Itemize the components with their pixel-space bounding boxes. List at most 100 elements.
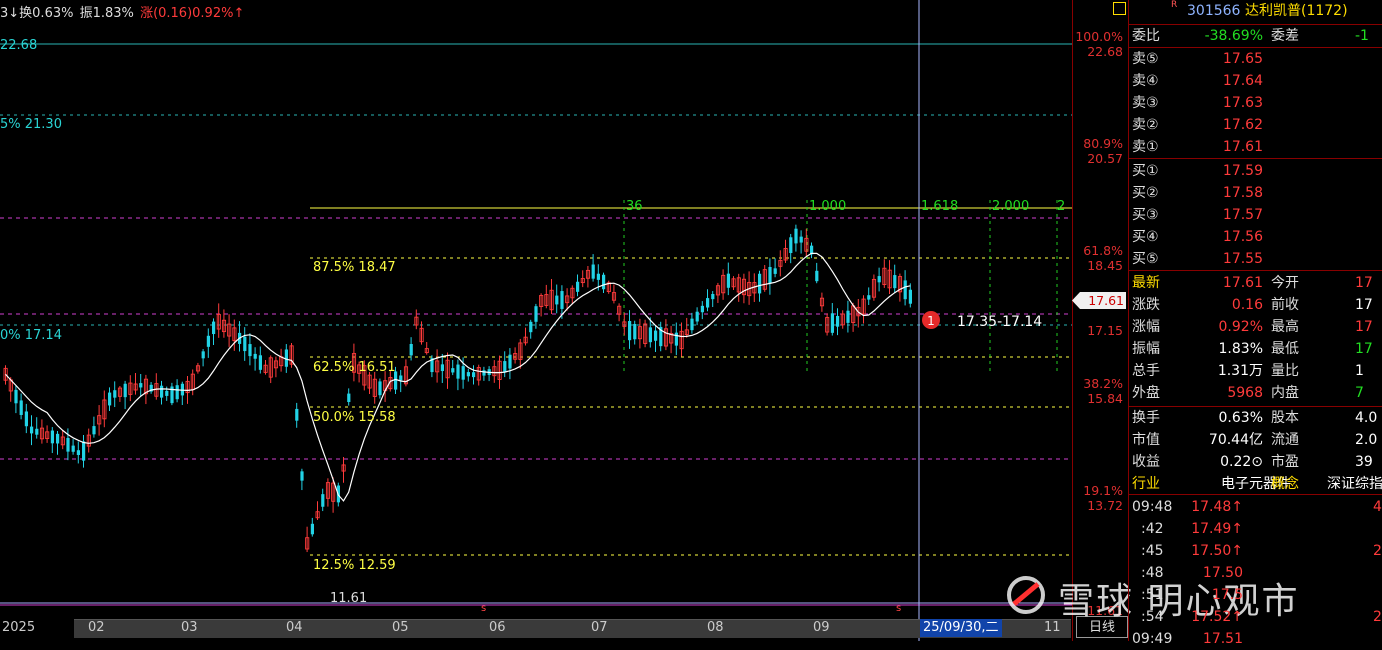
stat-label-2: 内盘 bbox=[1271, 385, 1299, 401]
candle-body bbox=[893, 275, 897, 289]
candle-body bbox=[576, 281, 580, 292]
buy-level-label: 买③ bbox=[1132, 207, 1159, 223]
candle-body bbox=[482, 370, 486, 376]
stat-value: 1.31万 bbox=[1217, 363, 1263, 379]
stat-value-2: 1 bbox=[1355, 363, 1364, 379]
candle-body bbox=[794, 228, 798, 244]
month-label-03: 03 bbox=[181, 620, 198, 635]
candle-body bbox=[706, 298, 710, 308]
sell-row: 卖④ 17.64 bbox=[1129, 70, 1382, 92]
annotation-range: 17.35-17.14 bbox=[957, 314, 1042, 330]
candle-body bbox=[160, 385, 164, 398]
axis-pct-382: 38.2% bbox=[1083, 376, 1123, 391]
fib-time-36: 36 bbox=[626, 199, 643, 214]
stat2-row: 换手 0.63% 股本 4.0 bbox=[1129, 407, 1382, 429]
stat-value-2: 17 bbox=[1355, 275, 1373, 291]
buy-row: 买③ 17.57 bbox=[1129, 204, 1382, 226]
candle-body bbox=[82, 441, 86, 461]
current-price-tag: 17.61 bbox=[1072, 292, 1126, 309]
candle-body bbox=[201, 351, 205, 359]
candle-body bbox=[654, 330, 658, 341]
fib-label-b: 0% 17.14 bbox=[0, 328, 62, 343]
expand-icon[interactable] bbox=[1113, 2, 1126, 15]
fib-label-top: 22.68 bbox=[0, 38, 37, 53]
candle-body bbox=[35, 428, 39, 435]
buy-price: 17.58 bbox=[1222, 185, 1263, 201]
candle-body bbox=[206, 335, 210, 347]
stat-value: 5968 bbox=[1227, 385, 1263, 401]
fib-label-125: 12.5% 12.59 bbox=[313, 558, 396, 573]
tick-row: :48 17.50 bbox=[1129, 562, 1382, 584]
stat-label: 总手 bbox=[1132, 363, 1160, 379]
buy-level-label: 买② bbox=[1132, 185, 1159, 201]
stat-row: 外盘 5968 内盘 7 bbox=[1129, 382, 1382, 404]
tick-time: :45 bbox=[1141, 543, 1164, 559]
buy-level-label: 买⑤ bbox=[1132, 251, 1159, 267]
sell-price: 17.62 bbox=[1222, 117, 1263, 133]
candle-body bbox=[534, 306, 538, 322]
sell-level-label: 卖③ bbox=[1132, 95, 1159, 111]
candle-body bbox=[451, 368, 455, 373]
stat2-value-2: 2.0 bbox=[1355, 432, 1378, 448]
stat2-label-2[interactable]: 概念 bbox=[1271, 473, 1299, 495]
range-annotation[interactable]: 1 17.35-17.14 bbox=[922, 311, 1042, 330]
stat-value: 0.92% bbox=[1218, 319, 1263, 335]
tick-price: 17.50↑ bbox=[1191, 543, 1243, 559]
tick-time: :48 bbox=[1141, 565, 1164, 581]
candle-body bbox=[300, 471, 304, 481]
kline-chart[interactable]: 22.68 5% 21.30 0% 17.14 87.5% 18.47 62.5… bbox=[0, 0, 1072, 641]
candle-body bbox=[50, 430, 54, 444]
candle-body bbox=[877, 276, 881, 283]
month-label-2025: 2025 bbox=[2, 620, 36, 635]
month-label-08: 08 bbox=[707, 620, 724, 635]
candle-body bbox=[711, 293, 715, 300]
candlestick-series bbox=[3, 224, 912, 553]
tick-time: :54 bbox=[1141, 609, 1164, 625]
candle-body bbox=[212, 321, 216, 335]
fib-time-2: 2 bbox=[1057, 199, 1065, 214]
tick-row: :51 17.5 bbox=[1129, 584, 1382, 606]
tick-row: :54 17.52↑ 2 bbox=[1129, 606, 1382, 628]
fib-label-625: 62.5% 16.51 bbox=[313, 360, 396, 375]
stat-label-2: 最低 bbox=[1271, 341, 1299, 357]
month-label-05: 05 bbox=[392, 620, 409, 635]
candle-body bbox=[815, 270, 819, 282]
sell-row: 卖⑤ 17.65 bbox=[1129, 48, 1382, 70]
candle-body bbox=[830, 313, 834, 333]
month-label-04: 04 bbox=[286, 620, 303, 635]
axis-pct-100: 100.0% bbox=[1075, 29, 1123, 44]
candle-body bbox=[700, 305, 704, 313]
webi-row: 委比 -38.69% 委差 -1 bbox=[1132, 28, 1369, 44]
candle-body bbox=[71, 445, 75, 452]
sell-level-label: 卖② bbox=[1132, 117, 1159, 133]
candle-body bbox=[440, 364, 444, 372]
candle-body bbox=[867, 295, 871, 300]
candle-body bbox=[175, 385, 179, 400]
candle-body bbox=[472, 372, 476, 378]
axis-price-2268: 22.68 bbox=[1087, 44, 1123, 59]
stat2-label-2: 流通 bbox=[1271, 432, 1299, 448]
buy-price: 17.56 bbox=[1222, 229, 1263, 245]
stat2-value: 0.22⊙ bbox=[1220, 454, 1263, 470]
candle-body bbox=[768, 266, 772, 284]
stat2-value: 0.63% bbox=[1218, 410, 1263, 426]
buy-level-label: 买① bbox=[1132, 163, 1159, 179]
candle-body bbox=[243, 336, 247, 352]
fib-label-500: 50.0% 15.58 bbox=[313, 410, 396, 425]
stat-label: 振幅 bbox=[1132, 341, 1160, 357]
buy-row: 买① 17.59 bbox=[1129, 160, 1382, 182]
candle-body bbox=[903, 280, 907, 300]
stat2-label-2: 市盈 bbox=[1271, 454, 1299, 470]
stat2-row: 市值 70.44亿 流通 2.0 bbox=[1129, 429, 1382, 451]
top-info-bar: 3↓换0.63% 振1.83% 涨(0.16)0.92%↑ bbox=[0, 2, 246, 22]
axis-price-1715: 17.15 bbox=[1087, 323, 1123, 338]
candle-body bbox=[758, 273, 762, 294]
candle-body bbox=[466, 372, 470, 377]
stat2-label: 行业 bbox=[1132, 476, 1160, 492]
stock-name: 达利凯普 bbox=[1245, 3, 1301, 19]
price-axis: 100.0% 22.68 80.9% 20.57 61.8% 18.45 17.… bbox=[1072, 0, 1129, 641]
candle-body bbox=[92, 426, 96, 435]
stat2-value-2: 深证综指 bbox=[1327, 476, 1382, 492]
stat-value-2: 17 bbox=[1355, 341, 1373, 357]
quote-panel: R 301566 达利凯普 (1172) 委比 -38.69% 委差 -1 卖⑤… bbox=[1128, 0, 1382, 647]
